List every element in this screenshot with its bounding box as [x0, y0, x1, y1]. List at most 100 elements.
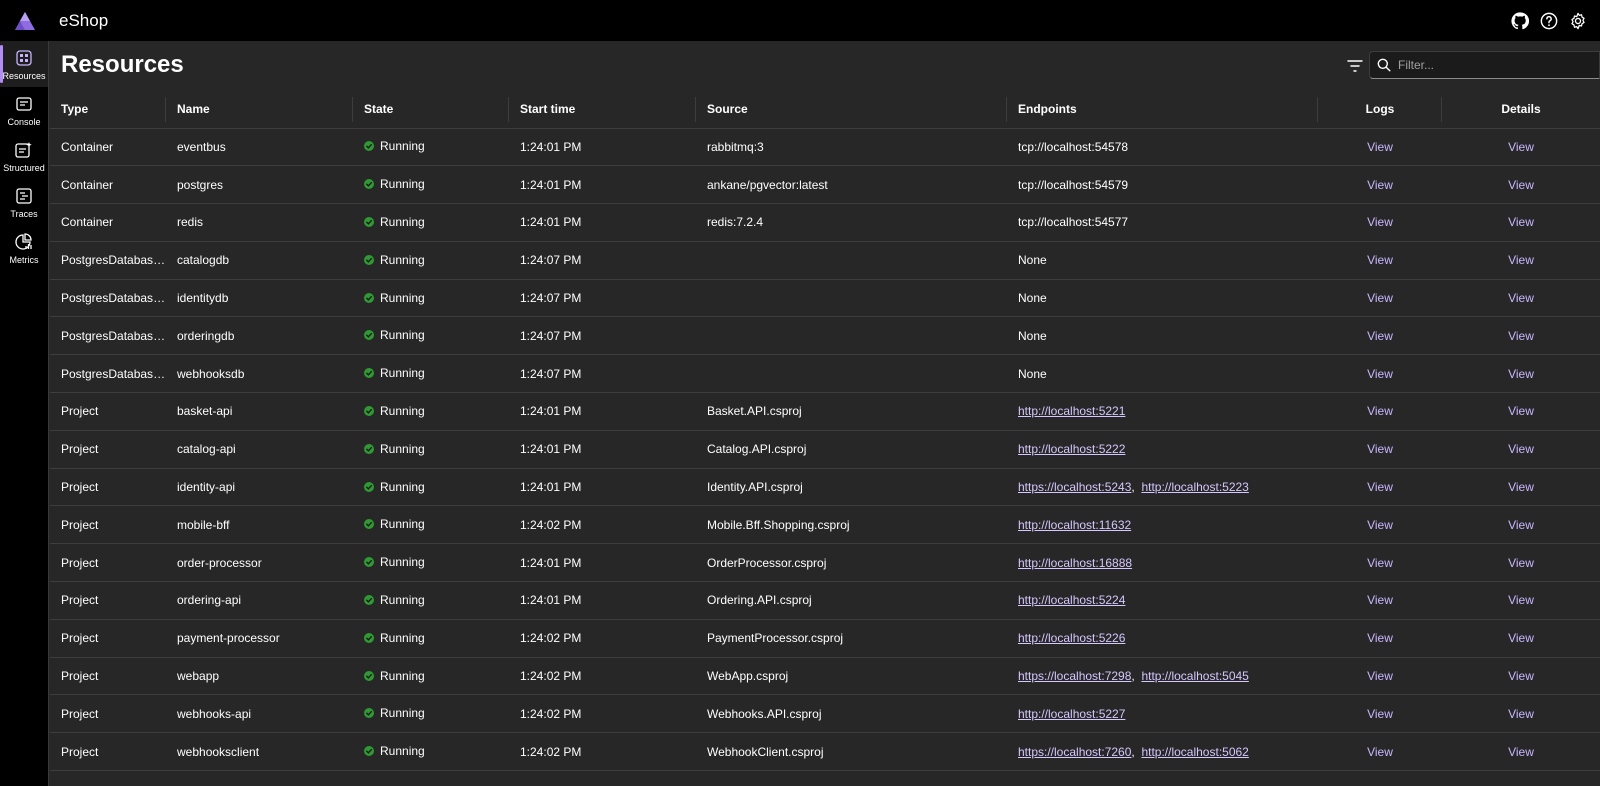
- column-header-logs[interactable]: Logs: [1318, 91, 1442, 129]
- view-logs-link[interactable]: View: [1367, 442, 1393, 456]
- view-logs-link[interactable]: View: [1367, 631, 1393, 645]
- cell-source: Catalog.API.csproj: [696, 430, 1007, 469]
- cell-type: Project: [50, 657, 166, 696]
- endpoint-link[interactable]: http://localhost:5221: [1018, 404, 1125, 418]
- aspire-logo-icon[interactable]: [0, 0, 49, 41]
- column-header-source[interactable]: Source: [696, 91, 1007, 129]
- sidebar-item-metrics[interactable]: Metrics: [0, 225, 48, 271]
- view-details-link[interactable]: View: [1508, 556, 1534, 570]
- endpoint-link[interactable]: http://localhost:5222: [1018, 442, 1125, 456]
- view-details-link[interactable]: View: [1508, 404, 1534, 418]
- status-badge: Running: [364, 404, 425, 418]
- view-logs-link[interactable]: View: [1367, 480, 1393, 494]
- table-row[interactable]: Project catalog-api Running 1:24:01 PM Catal…: [50, 430, 1600, 469]
- sidebar-item-console[interactable]: Console: [0, 87, 48, 133]
- cell-start-time: 1:24:01 PM: [509, 128, 696, 167]
- view-logs-link[interactable]: View: [1367, 404, 1393, 418]
- cell-name: identitydb: [166, 279, 353, 318]
- view-details-link[interactable]: View: [1508, 518, 1534, 532]
- column-header-endpoints[interactable]: Endpoints: [1007, 91, 1318, 129]
- view-logs-link[interactable]: View: [1367, 669, 1393, 683]
- endpoint-link[interactable]: http://localhost:5223: [1141, 480, 1248, 494]
- column-header-type[interactable]: Type: [50, 91, 166, 129]
- view-logs-link[interactable]: View: [1367, 140, 1393, 154]
- view-details-link[interactable]: View: [1508, 140, 1534, 154]
- status-text: Running: [380, 328, 425, 343]
- endpoint-link[interactable]: http://localhost:5227: [1018, 707, 1125, 721]
- table-row[interactable]: Project mobile-bff Running 1:24:02 PM Mobile…: [50, 505, 1600, 545]
- table-row[interactable]: Project webhooks-api Running 1:24:02 PM Webh…: [50, 694, 1600, 734]
- view-details-link[interactable]: View: [1508, 215, 1534, 229]
- table-row[interactable]: PostgresDatabase... orderingdb Running 1:24…: [50, 316, 1600, 356]
- cell-state: Running: [353, 203, 509, 242]
- app-title[interactable]: eShop: [59, 11, 108, 31]
- table-row[interactable]: Container postgres Running 1:24:01 PM ankane…: [50, 165, 1600, 205]
- cell-source: rabbitmq:3: [696, 128, 1007, 167]
- cell-type: PostgresDatabase...: [50, 354, 166, 394]
- sidebar-item-traces[interactable]: Traces: [0, 179, 48, 225]
- table-row[interactable]: Project basket-api Running 1:24:01 PM Basket…: [50, 392, 1600, 431]
- view-logs-link[interactable]: View: [1367, 329, 1393, 343]
- view-details-link[interactable]: View: [1508, 442, 1534, 456]
- table-row[interactable]: Project identity-api Running 1:24:01 PM Iden…: [50, 468, 1600, 507]
- filter-input[interactable]: [1398, 58, 1588, 72]
- column-header-start-time[interactable]: Start time: [509, 91, 696, 129]
- endpoint-link[interactable]: http://localhost:5045: [1141, 669, 1248, 683]
- view-details-link[interactable]: View: [1508, 631, 1534, 645]
- endpoint-link[interactable]: http://localhost:11632: [1018, 518, 1131, 532]
- running-check-icon: [364, 632, 374, 643]
- view-logs-link[interactable]: View: [1367, 593, 1393, 607]
- view-details-link[interactable]: View: [1508, 707, 1534, 721]
- endpoint-link[interactable]: http://localhost:5062: [1141, 745, 1248, 759]
- view-logs-link[interactable]: View: [1367, 178, 1393, 192]
- status-badge: Running: [364, 517, 425, 531]
- table-row[interactable]: PostgresDatabase... identitydb Running 1:24…: [50, 279, 1600, 318]
- view-details-link[interactable]: View: [1508, 367, 1534, 381]
- table-row[interactable]: PostgresDatabase... catalogdb Running 1:24:…: [50, 241, 1600, 280]
- view-logs-link[interactable]: View: [1367, 745, 1393, 759]
- filter-search-box[interactable]: [1369, 51, 1600, 79]
- table-row[interactable]: Project webapp Running 1:24:02 PM WebApp.csp…: [50, 657, 1600, 696]
- endpoint-link[interactable]: https://localhost:5243: [1018, 480, 1131, 494]
- view-details-link[interactable]: View: [1508, 178, 1534, 192]
- column-header-state[interactable]: State: [353, 91, 509, 129]
- filter-icon[interactable]: [1346, 57, 1364, 75]
- view-logs-link[interactable]: View: [1367, 215, 1393, 229]
- help-icon[interactable]: [1539, 11, 1559, 31]
- table-row[interactable]: Project order-processor Running 1:24:01 PM O…: [50, 543, 1600, 583]
- endpoint-link[interactable]: http://localhost:5226: [1018, 631, 1125, 645]
- view-logs-link[interactable]: View: [1367, 556, 1393, 570]
- table-row[interactable]: Container eventbus Running 1:24:01 PM rabbit…: [50, 128, 1600, 167]
- view-logs-link[interactable]: View: [1367, 367, 1393, 381]
- view-logs-link[interactable]: View: [1367, 291, 1393, 305]
- view-details-link[interactable]: View: [1508, 745, 1534, 759]
- table-row[interactable]: Project webhooksclient Running 1:24:02 PM We…: [50, 732, 1600, 772]
- view-details-link[interactable]: View: [1508, 329, 1534, 343]
- column-header-details[interactable]: Details: [1442, 91, 1600, 129]
- table-row[interactable]: Project payment-processor Running 1:24:02 P…: [50, 619, 1600, 658]
- endpoint-link[interactable]: https://localhost:7298: [1018, 669, 1131, 683]
- table-row[interactable]: PostgresDatabase... webhooksdb Running 1:24…: [50, 354, 1600, 394]
- status-badge: Running: [364, 480, 425, 494]
- cell-details: View: [1442, 505, 1600, 545]
- column-header-name[interactable]: Name: [166, 91, 353, 129]
- view-details-link[interactable]: View: [1508, 291, 1534, 305]
- view-details-link[interactable]: View: [1508, 593, 1534, 607]
- endpoint-link[interactable]: http://localhost:16888: [1018, 556, 1132, 570]
- resources-icon: [14, 48, 34, 68]
- endpoint-link[interactable]: http://localhost:5224: [1018, 593, 1125, 607]
- table-row[interactable]: Container redis Running 1:24:01 PM redis:7.2…: [50, 203, 1600, 242]
- view-logs-link[interactable]: View: [1367, 253, 1393, 267]
- view-details-link[interactable]: View: [1508, 253, 1534, 267]
- top-bar: eShop: [0, 0, 1600, 41]
- sidebar-item-structured[interactable]: Structured: [0, 133, 48, 179]
- view-details-link[interactable]: View: [1508, 480, 1534, 494]
- view-logs-link[interactable]: View: [1367, 707, 1393, 721]
- sidebar-item-resources[interactable]: Resources: [0, 41, 48, 87]
- endpoint-link[interactable]: https://localhost:7260: [1018, 745, 1131, 759]
- view-logs-link[interactable]: View: [1367, 518, 1393, 532]
- settings-icon[interactable]: [1568, 11, 1588, 31]
- table-row[interactable]: Project ordering-api Running 1:24:01 PM Orde…: [50, 581, 1600, 620]
- github-icon[interactable]: [1510, 11, 1530, 31]
- view-details-link[interactable]: View: [1508, 669, 1534, 683]
